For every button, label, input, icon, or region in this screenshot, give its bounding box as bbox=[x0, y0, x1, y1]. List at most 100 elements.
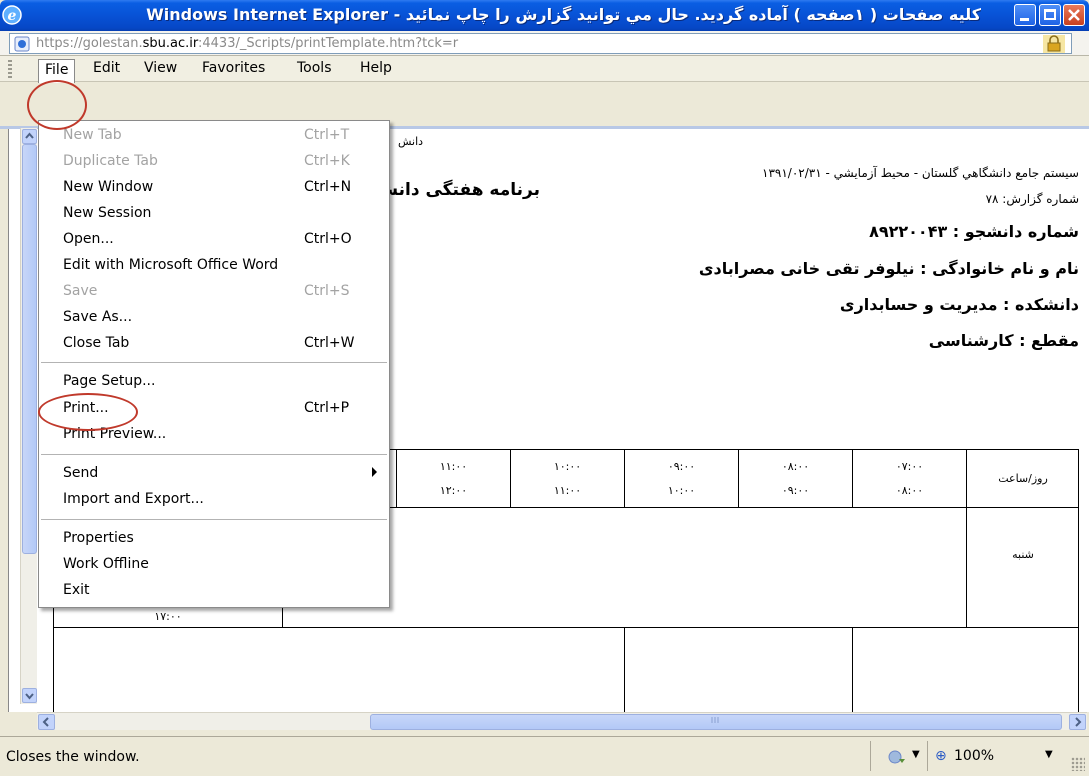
lock-icon[interactable] bbox=[1043, 35, 1065, 53]
annotation-circle-file bbox=[27, 80, 87, 130]
horizontal-scroll-thumb[interactable] bbox=[370, 714, 1062, 730]
menu-item-label: Page Setup... bbox=[63, 373, 156, 389]
student-name: نام و نام خانوادگی : نیلوفر تقی خانی مصر… bbox=[698, 259, 1079, 278]
zone-dropdown-icon[interactable]: ▼ bbox=[912, 749, 920, 760]
vertical-scrollbar[interactable] bbox=[20, 128, 37, 704]
address-field[interactable]: https://golestan.sbu.ac.ir:4433/_Scripts… bbox=[9, 33, 1072, 54]
submenu-arrow-icon bbox=[372, 467, 377, 477]
address-url: https://golestan.sbu.ac.ir:4433/_Scripts… bbox=[36, 36, 458, 51]
chevron-down-icon bbox=[25, 693, 34, 700]
menu-item-new-session[interactable]: New Session bbox=[39, 201, 389, 227]
ie-logo-icon: e bbox=[2, 5, 22, 25]
row-day-label: شنبه bbox=[1012, 548, 1034, 561]
menu-item-label: Work Offline bbox=[63, 556, 149, 572]
slot-to: ۰۹:۰۰ bbox=[781, 484, 810, 497]
slot-to: ۱۲:۰۰ bbox=[439, 484, 468, 497]
menu-item-close-tab[interactable]: Close Tab Ctrl+W bbox=[39, 331, 389, 357]
chevron-right-icon bbox=[1075, 717, 1082, 727]
scroll-left-button[interactable] bbox=[38, 714, 55, 730]
menu-item-import-export[interactable]: Import and Export... bbox=[39, 487, 389, 513]
menu-view[interactable]: View bbox=[138, 60, 183, 80]
status-bar: Closes the window. ▼ ⊕ 100% ▼ bbox=[0, 736, 1089, 776]
menu-item-edit-with-word[interactable]: Edit with Microsoft Office Word bbox=[39, 253, 389, 279]
slot-to: ۰۸:۰۰ bbox=[895, 484, 924, 497]
slot-from: ۱۱:۰۰ bbox=[439, 460, 468, 473]
url-domain: sbu.ac.ir bbox=[142, 36, 198, 51]
row-2-mid bbox=[624, 628, 852, 720]
url-prefix: https://golestan. bbox=[36, 36, 143, 51]
scroll-down-button[interactable] bbox=[22, 688, 37, 703]
chevron-left-icon bbox=[42, 717, 49, 727]
header-slot-1: ۰۷:۰۰ ۰۸:۰۰ bbox=[852, 450, 966, 508]
left-strip bbox=[0, 82, 8, 734]
menu-item-shortcut: Ctrl+K bbox=[304, 153, 350, 169]
menu-item-page-setup[interactable]: Page Setup... bbox=[39, 369, 389, 395]
zoom-dropdown-icon[interactable]: ▼ bbox=[1045, 749, 1053, 760]
header-label: روز/ساعت bbox=[998, 472, 1048, 485]
menu-item-label: Send bbox=[63, 465, 99, 481]
menu-item-label: New Window bbox=[63, 179, 154, 195]
svg-text:e: e bbox=[8, 8, 17, 24]
menu-bar: File Edit View Favorites Tools Help bbox=[0, 56, 1089, 83]
university-label: دانش bbox=[398, 135, 424, 148]
menu-tools[interactable]: Tools bbox=[291, 60, 338, 80]
status-divider bbox=[927, 741, 928, 771]
slot-from: ۰۹:۰۰ bbox=[667, 460, 696, 473]
header-slot-3: ۰۹:۰۰ ۱۰:۰۰ bbox=[624, 450, 738, 508]
zoom-level[interactable]: 100% bbox=[954, 748, 994, 764]
menu-item-label: New Session bbox=[63, 205, 152, 221]
resize-grip[interactable] bbox=[1071, 757, 1085, 771]
row-day-label-cell: شنبه bbox=[966, 508, 1079, 628]
menu-item-exit[interactable]: Exit bbox=[39, 578, 389, 604]
grip-icon bbox=[711, 717, 719, 723]
menu-item-label: Save As... bbox=[63, 309, 133, 325]
menu-item-duplicate-tab[interactable]: Duplicate Tab Ctrl+K bbox=[39, 149, 389, 175]
menu-item-save[interactable]: Save Ctrl+S bbox=[39, 279, 389, 305]
slot-to: ۱۰:۰۰ bbox=[667, 484, 696, 497]
maximize-button[interactable] bbox=[1039, 4, 1061, 26]
security-zone-icon[interactable] bbox=[887, 749, 907, 765]
menu-separator bbox=[41, 362, 387, 363]
system-line: سيستم جامع دانشگاهي گلستان - محيط آزمايش… bbox=[762, 166, 1079, 180]
menu-item-open[interactable]: Open... Ctrl+O bbox=[39, 227, 389, 253]
menu-item-new-window[interactable]: New Window Ctrl+N bbox=[39, 175, 389, 201]
zoom-icon[interactable]: ⊕ bbox=[935, 748, 947, 764]
menu-item-send[interactable]: Send bbox=[39, 461, 389, 487]
menu-item-label: Open... bbox=[63, 231, 114, 247]
menu-item-label: Edit with Microsoft Office Word bbox=[63, 257, 279, 273]
menu-item-label: Duplicate Tab bbox=[63, 153, 158, 169]
page-icon bbox=[14, 36, 30, 52]
degree-level: مقطع : کارشناسی bbox=[928, 331, 1079, 350]
menu-item-label: Properties bbox=[63, 530, 134, 546]
menu-item-shortcut: Ctrl+T bbox=[304, 127, 350, 143]
horizontal-scrollbar[interactable] bbox=[37, 712, 1087, 730]
menu-item-work-offline[interactable]: Work Offline bbox=[39, 552, 389, 578]
vertical-scroll-thumb[interactable] bbox=[22, 144, 37, 554]
menu-item-properties[interactable]: Properties bbox=[39, 526, 389, 552]
status-text: Closes the window. bbox=[6, 749, 140, 765]
title-bar[interactable]: كليه صفحات ( ۱صفحه ) آماده گرديد. حال مي… bbox=[0, 0, 1089, 31]
status-divider bbox=[870, 741, 871, 771]
menu-help[interactable]: Help bbox=[354, 60, 398, 80]
faculty: دانشکده : مدیریت و حسابداری bbox=[839, 295, 1079, 314]
class-time: ۱۷:۰۰ bbox=[154, 610, 182, 623]
header-slot-2: ۰۸:۰۰ ۰۹:۰۰ bbox=[738, 450, 852, 508]
row-2-left bbox=[54, 628, 624, 720]
toolbar-grip[interactable] bbox=[8, 60, 12, 78]
close-icon bbox=[1068, 9, 1080, 21]
minimize-button[interactable] bbox=[1014, 4, 1036, 26]
file-menu-dropdown: New Tab Ctrl+T Duplicate Tab Ctrl+K New … bbox=[38, 120, 390, 608]
url-suffix: :4433/_Scripts/printTemplate.htm?tck=r bbox=[198, 36, 459, 51]
menu-item-shortcut: Ctrl+P bbox=[304, 400, 350, 416]
header-slot-4: ۱۰:۰۰ ۱۱:۰۰ bbox=[510, 450, 624, 508]
scroll-up-button[interactable] bbox=[22, 129, 37, 144]
menu-item-save-as[interactable]: Save As... bbox=[39, 305, 389, 331]
slot-from: ۱۰:۰۰ bbox=[553, 460, 582, 473]
menu-item-label: Import and Export... bbox=[63, 491, 204, 507]
annotation-circle-print bbox=[38, 393, 138, 431]
scroll-right-button[interactable] bbox=[1069, 714, 1086, 730]
close-button[interactable] bbox=[1063, 4, 1085, 26]
menu-item-new-tab[interactable]: New Tab Ctrl+T bbox=[39, 123, 389, 149]
menu-favorites[interactable]: Favorites bbox=[196, 60, 271, 80]
menu-edit[interactable]: Edit bbox=[87, 60, 126, 80]
